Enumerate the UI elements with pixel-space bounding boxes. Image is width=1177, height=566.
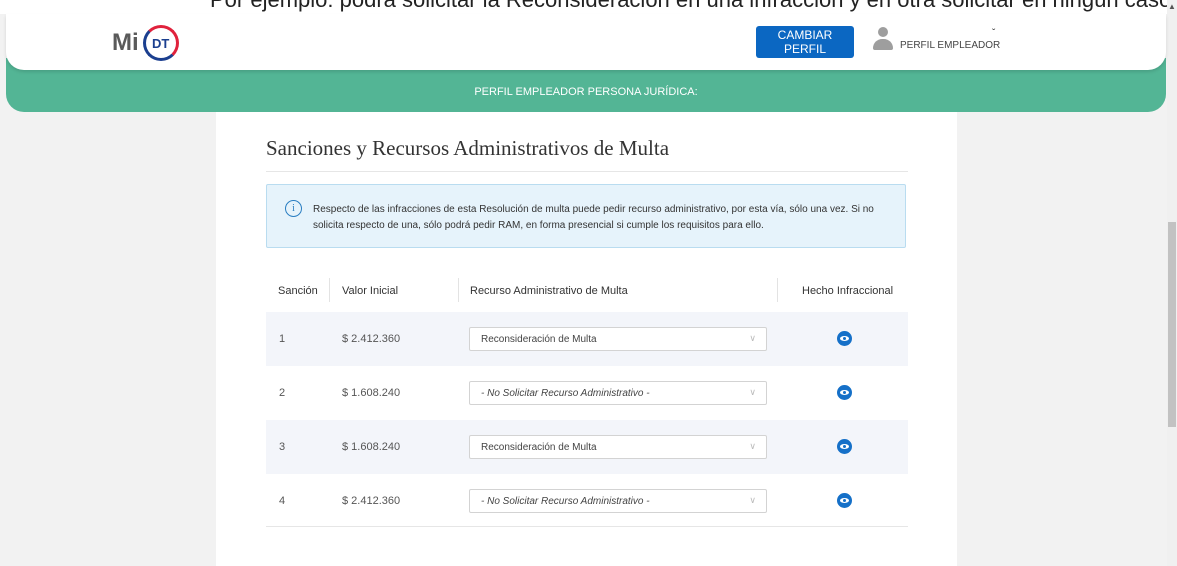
- recurso-select[interactable]: Reconsideración de Multa ∨: [469, 327, 767, 351]
- logo-mi-text: Mi: [112, 29, 139, 56]
- chevron-down-icon: ∨: [749, 441, 756, 451]
- eye-icon[interactable]: [837, 493, 852, 508]
- scroll-up-arrow-icon[interactable]: ▲: [1168, 2, 1176, 11]
- page-scrollbar[interactable]: ▲: [1167, 0, 1177, 566]
- recurso-select-value: Reconsideración de Multa: [481, 442, 597, 453]
- valor-inicial: $ 2.412.360: [342, 495, 401, 507]
- user-label: PERFIL EMPLEADOR: [900, 40, 1001, 51]
- recurso-select[interactable]: Reconsideración de Multa ∨: [469, 435, 767, 459]
- col-divider: [329, 278, 330, 302]
- top-header: Mi DT CAMBIAR PERFIL PERFIL EMPLEADOR ˇ: [6, 14, 1166, 70]
- chevron-down-icon: ∨: [749, 333, 756, 343]
- recurso-select-value: Reconsideración de Multa: [481, 334, 597, 345]
- sancion-number: 2: [279, 387, 286, 399]
- user-icon: [872, 27, 894, 53]
- eye-icon[interactable]: [837, 385, 852, 400]
- recurso-select-value: - No Solicitar Recurso Administrativo -: [481, 496, 650, 507]
- table-header: Sanción Valor Inicial Recurso Administra…: [266, 272, 908, 312]
- chevron-down-icon: ∨: [749, 387, 756, 397]
- table-row: 4 $ 2.412.360 - No Solicitar Recurso Adm…: [266, 474, 908, 528]
- table-row: 2 $ 1.608.240 - No Solicitar Recurso Adm…: [266, 366, 908, 420]
- scrollbar-thumb[interactable]: [1168, 222, 1176, 427]
- mi-dt-logo[interactable]: Mi DT: [112, 25, 179, 61]
- user-menu[interactable]: PERFIL EMPLEADOR: [872, 27, 1000, 53]
- table-row: 3 $ 1.608.240 Reconsideración de Multa ∨: [266, 420, 908, 474]
- profile-banner-text: PERFIL EMPLEADOR PERSONA JURÍDICA:: [474, 86, 698, 98]
- chevron-down-icon: ∨: [749, 495, 756, 505]
- recurso-select[interactable]: - No Solicitar Recurso Administrativo - …: [469, 489, 767, 513]
- valor-inicial: $ 1.608.240: [342, 441, 401, 453]
- recurso-select[interactable]: - No Solicitar Recurso Administrativo - …: [469, 381, 767, 405]
- table-bottom-divider: [266, 526, 908, 527]
- col-divider: [777, 278, 778, 302]
- valor-inicial: $ 1.608.240: [342, 387, 401, 399]
- sancion-number: 3: [279, 441, 286, 453]
- sancion-number: 4: [279, 495, 286, 507]
- sancion-number: 1: [279, 333, 286, 345]
- col-header-hecho-infraccional: Hecho Infraccional: [802, 285, 894, 297]
- sanctions-table: Sanción Valor Inicial Recurso Administra…: [216, 112, 957, 566]
- col-header-recurso: Recurso Administrativo de Multa: [470, 285, 628, 297]
- change-profile-button[interactable]: CAMBIAR PERFIL: [756, 26, 854, 58]
- clipped-caption: Por ejemplo: podrá solicitar la Reconsid…: [0, 0, 1177, 14]
- valor-inicial: $ 2.412.360: [342, 333, 401, 345]
- col-header-valor-inicial: Valor Inicial: [342, 285, 399, 297]
- logo-dt-text: DT: [152, 35, 170, 51]
- recurso-select-value: - No Solicitar Recurso Administrativo -: [481, 388, 650, 399]
- clipped-caption-text: Por ejemplo: podrá solicitar la Reconsid…: [210, 0, 1177, 13]
- eye-icon[interactable]: [837, 439, 852, 454]
- col-divider: [458, 278, 459, 302]
- eye-icon[interactable]: [837, 331, 852, 346]
- table-row: 1 $ 2.412.360 Reconsideración de Multa ∨: [266, 312, 908, 366]
- user-menu-caret-icon[interactable]: ˇ: [992, 28, 995, 39]
- col-header-sancion: Sanción: [278, 285, 318, 297]
- logo-dt-badge: DT: [142, 25, 179, 61]
